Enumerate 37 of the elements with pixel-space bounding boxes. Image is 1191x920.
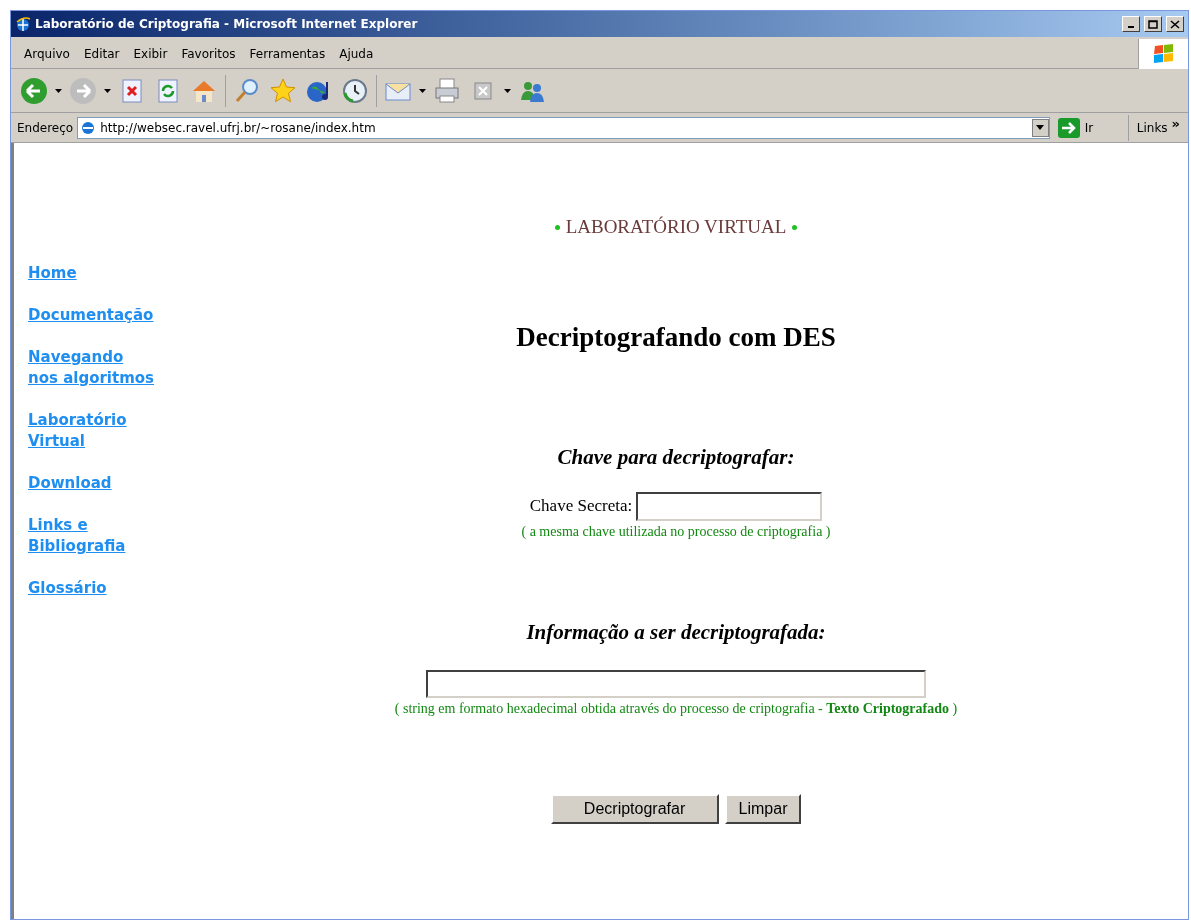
menu-item[interactable]: Ferramentas [242, 44, 333, 63]
caret-icon [1036, 125, 1045, 130]
form-button[interactable]: Decriptografar [550, 794, 719, 824]
section-title: Chave para decriptografar: [557, 444, 795, 471]
links-button[interactable]: Links [1132, 118, 1168, 137]
hint-text: ( string em formato hexadecimal obtida através do processo de criptografia - Texto Criptografado ) [394, 700, 958, 718]
menu-item[interactable]: Arquivo [17, 44, 77, 63]
dropdown-button[interactable] [1031, 118, 1049, 137]
printer-icon[interactable] [432, 75, 462, 106]
caret-icon[interactable] [504, 88, 511, 93]
close-button[interactable] [1166, 16, 1184, 32]
page-heading: Decriptografando com DES [516, 320, 836, 354]
maximize-icon [1148, 19, 1158, 29]
hint-text: ( a mesma chave utilizada no processo de criptografia ) [521, 522, 831, 541]
go-button[interactable]: Ir [1053, 117, 1124, 138]
menu-item[interactable]: Ajuda [332, 44, 381, 63]
menu-item[interactable]: Favoritos [174, 44, 243, 63]
chevron-button[interactable]: » [1171, 113, 1188, 134]
minimize-icon [1128, 26, 1134, 28]
field-label: Chave Secreta: [529, 495, 633, 518]
form-button[interactable]: Limpar [724, 794, 802, 824]
browser-logo-icon [15, 16, 31, 32]
maximize-button[interactable] [1144, 16, 1162, 32]
section-title: Informação a ser decriptografada: [526, 618, 826, 646]
secret-key-field[interactable] [636, 491, 823, 521]
menu-item[interactable]: Exibir [126, 44, 175, 63]
caret-icon[interactable] [104, 88, 111, 93]
ciphertext-field[interactable] [426, 670, 926, 698]
caret-icon[interactable] [419, 88, 426, 93]
minimize-button[interactable] [1122, 16, 1140, 32]
menu-item[interactable]: Editar [76, 44, 127, 63]
close-icon [1170, 19, 1180, 29]
address-label: Endereço [17, 119, 74, 137]
banner-title: LABORATÓRIO VIRTUAL [565, 215, 787, 239]
address-field[interactable]: http://websec.ravel.ufrj.br/~rosane/index.htm [77, 116, 1050, 139]
window-title: Laboratório de Criptografia - Microsoft Internet Explorer [35, 16, 419, 33]
caret-icon[interactable] [55, 88, 62, 93]
